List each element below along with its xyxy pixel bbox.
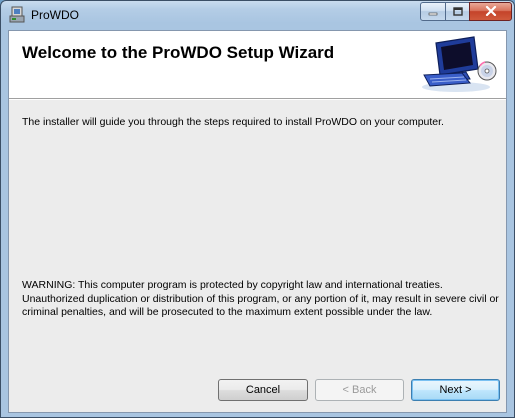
maximize-button[interactable] [445, 2, 470, 21]
close-button[interactable] [469, 2, 512, 21]
wizard-banner: Welcome to the ProWDO Setup Wizard [9, 31, 506, 98]
maximize-icon [452, 3, 463, 21]
banner-separator [9, 98, 506, 100]
wizard-title: Welcome to the ProWDO Setup Wizard [22, 43, 335, 62]
next-button[interactable]: Next > [411, 379, 500, 401]
window-title: ProWDO [31, 8, 79, 22]
title-bar[interactable]: ProWDO [1, 1, 514, 29]
installer-icon [9, 6, 25, 23]
cancel-button[interactable]: Cancel [218, 379, 308, 401]
computer-with-disc-icon [416, 35, 500, 93]
back-button[interactable]: < Back [315, 379, 404, 401]
intro-text: The installer will guide you through the… [22, 116, 444, 128]
copyright-warning: WARNING: This computer program is protec… [22, 279, 499, 318]
installer-window: ProWDO Welcome to the ProWDO Setup Wizar… [0, 0, 515, 418]
close-icon [485, 3, 497, 21]
dialog-body: Welcome to the ProWDO Setup Wizard The i… [8, 30, 507, 413]
minimize-icon [428, 3, 438, 21]
minimize-button[interactable] [420, 2, 446, 21]
